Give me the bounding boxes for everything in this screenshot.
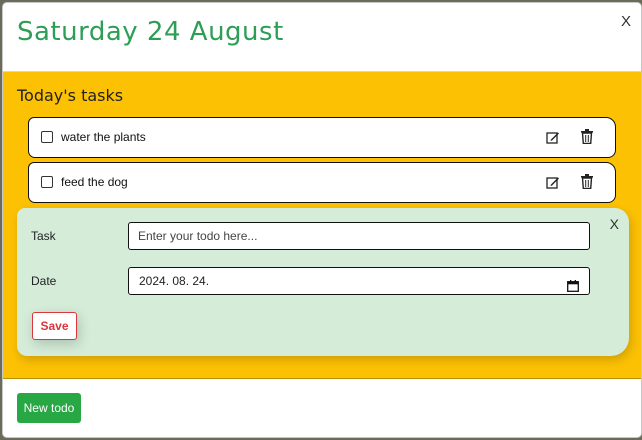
task-checkbox[interactable]	[41, 131, 53, 143]
calendar-icon[interactable]	[567, 275, 579, 292]
modal-title: Saturday 24 August	[17, 17, 284, 47]
date-value: 2024. 08. 24.	[139, 274, 210, 288]
trash-icon[interactable]	[581, 174, 593, 190]
task-item: feed the dog	[28, 162, 616, 203]
save-button[interactable]: Save	[32, 312, 77, 340]
task-field-label: Task	[31, 229, 56, 243]
task-checkbox[interactable]	[41, 176, 53, 188]
date-field-label: Date	[31, 274, 57, 288]
modal-footer: New todo	[3, 379, 641, 437]
new-task-form: X Task Date 2024. 08. 24. Save	[17, 208, 629, 356]
tasks-section-title: Today's tasks	[17, 86, 124, 105]
todo-modal: Saturday 24 August X Today's tasks water…	[2, 2, 642, 438]
edit-icon[interactable]	[546, 175, 560, 189]
task-item: water the plants	[28, 117, 616, 158]
date-input[interactable]: 2024. 08. 24.	[128, 267, 590, 295]
modal-header: Saturday 24 August X	[3, 3, 641, 72]
task-text: feed the dog	[61, 175, 128, 189]
new-todo-button[interactable]: New todo	[17, 393, 81, 423]
form-close-button[interactable]: X	[610, 216, 619, 232]
modal-body: Today's tasks water the plants feed the …	[3, 72, 641, 379]
edit-icon[interactable]	[546, 130, 560, 144]
task-text: water the plants	[61, 130, 146, 144]
trash-icon[interactable]	[581, 129, 593, 145]
modal-close-button[interactable]: X	[621, 13, 631, 30]
task-input[interactable]	[128, 222, 590, 250]
